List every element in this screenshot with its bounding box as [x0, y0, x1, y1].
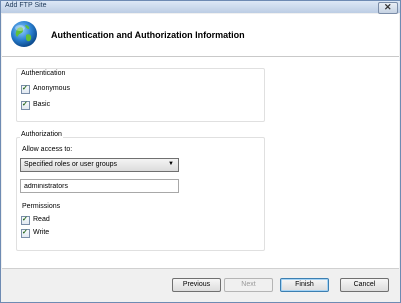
- cancel-button[interactable]: Cancel: [340, 278, 389, 292]
- checkmark-icon: ✓: [22, 85, 28, 92]
- checkmark-icon: ✓: [22, 229, 28, 236]
- close-icon: ✕: [384, 2, 392, 12]
- checkmark-icon: ✓: [22, 101, 28, 108]
- next-button[interactable]: Next: [224, 278, 273, 292]
- write-label: Write: [33, 229, 50, 236]
- previous-button[interactable]: Previous: [172, 278, 221, 292]
- allow-access-value: Specified roles or user groups: [24, 161, 117, 168]
- authorization-group: [16, 137, 265, 251]
- basic-checkbox[interactable]: ✓: [21, 101, 30, 110]
- allow-access-dropdown[interactable]: Specified roles or user groups ▼: [20, 158, 179, 172]
- authentication-title: Authentication: [20, 70, 67, 77]
- users-field[interactable]: [20, 179, 179, 193]
- wizard-header: Authentication and Authorization Informa…: [2, 14, 399, 57]
- finish-button[interactable]: Finish: [280, 278, 329, 292]
- checkmark-icon: ✓: [22, 216, 28, 223]
- add-ftp-site-dialog: Add FTP Site ✕ Authentication and Author…: [0, 0, 401, 303]
- permissions-title: Permissions: [22, 203, 61, 210]
- window-title: Add FTP Site: [5, 2, 47, 9]
- globe-icon: [11, 21, 37, 47]
- close-button[interactable]: ✕: [378, 2, 398, 14]
- authorization-title: Authorization: [20, 131, 63, 138]
- dropdown-arrow-icon: ▼: [168, 161, 174, 167]
- title-bar: Add FTP Site ✕: [1, 1, 400, 14]
- read-checkbox[interactable]: ✓: [21, 216, 30, 225]
- basic-label: Basic: [33, 101, 51, 108]
- allow-access-label: Allow access to:: [22, 146, 73, 153]
- anonymous-checkbox[interactable]: ✓: [21, 85, 30, 94]
- write-checkbox[interactable]: ✓: [21, 229, 30, 238]
- read-label: Read: [33, 216, 50, 223]
- users-input[interactable]: [21, 180, 177, 192]
- anonymous-label: Anonymous: [33, 85, 70, 92]
- wizard-content: Authentication ✓ Anonymous ✓ Basic Autho…: [2, 57, 399, 269]
- page-heading: Authentication and Authorization Informa…: [51, 30, 245, 40]
